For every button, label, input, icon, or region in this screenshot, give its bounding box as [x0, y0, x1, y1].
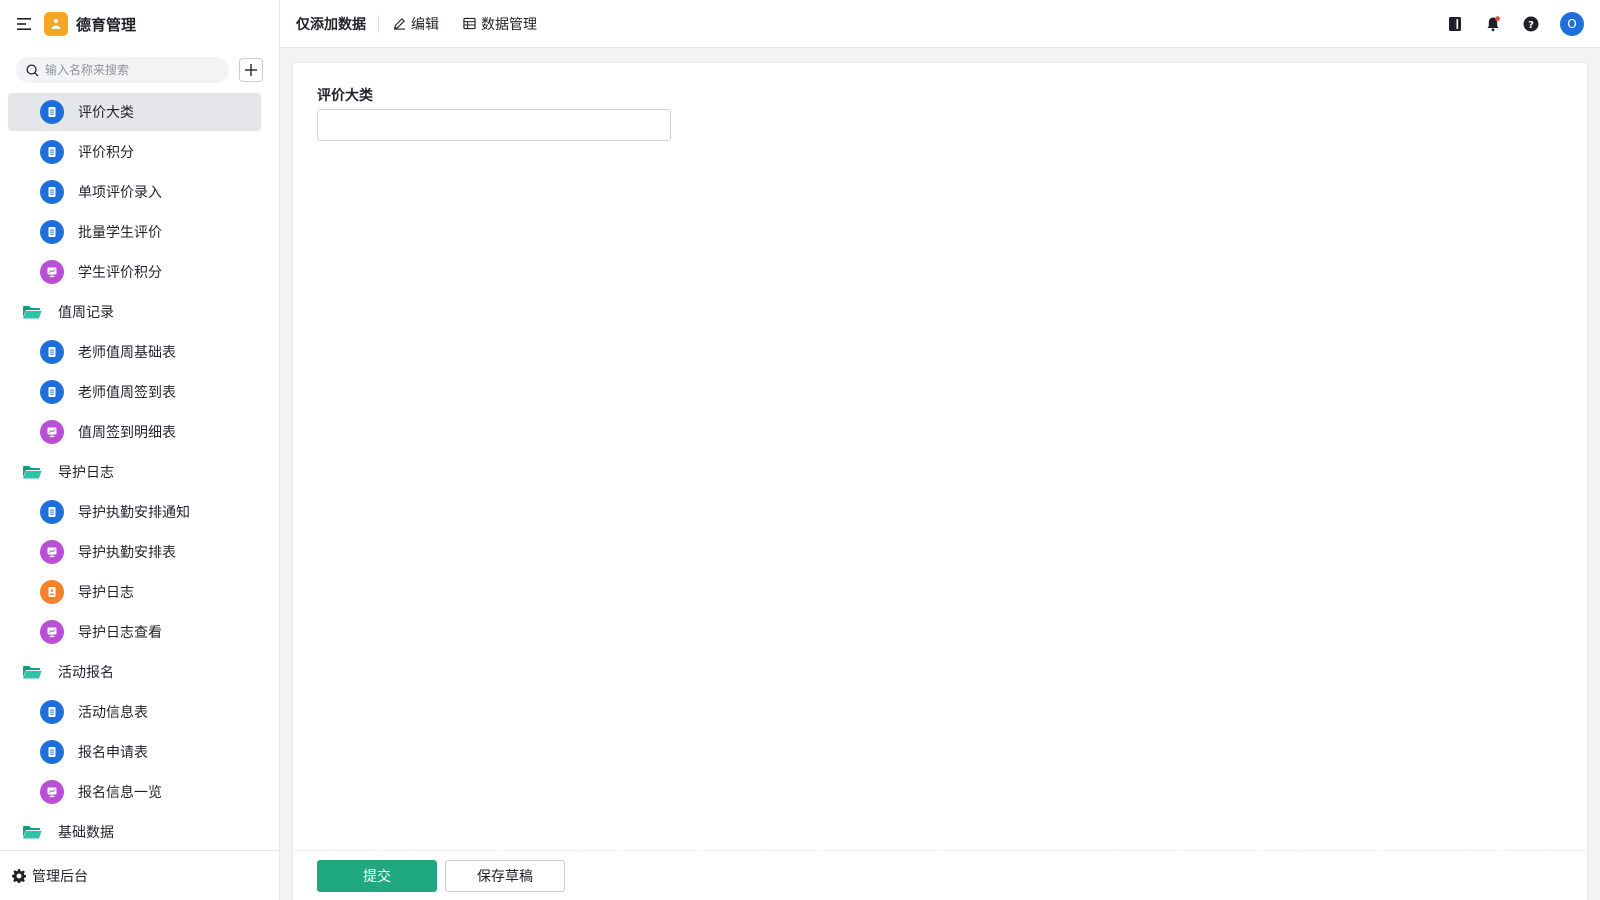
sidebar-item[interactable]: 导护执勤安排通知 [0, 492, 279, 532]
sidebar: 德育管理 评价大类评价积分单项评价录入批量学生评价学生评价积分值周记录老师值周基… [0, 0, 280, 900]
search-input[interactable] [45, 63, 205, 77]
sidebar-item-label: 基础数据 [58, 825, 114, 841]
edit-button[interactable]: 编辑 [393, 14, 439, 34]
sidebar-item-label: 活动报名 [58, 665, 114, 681]
sidebar-item[interactable]: 值周签到明细表 [0, 412, 279, 452]
form-icon [40, 740, 64, 764]
form-card: 评价大类 提交 保存草稿 [292, 62, 1588, 900]
sidebar-item-label: 导护日志 [78, 585, 134, 601]
sidebar-item-label: 导护日志查看 [78, 625, 162, 641]
form-footer: 提交 保存草稿 [293, 850, 1587, 900]
avatar[interactable]: O [1560, 11, 1584, 36]
sidebar-folder[interactable]: 值周记录 [0, 292, 279, 332]
admin-backend-link[interactable]: 管理后台 [0, 850, 279, 900]
app-title: 德育管理 [76, 15, 137, 34]
sidebar-item[interactable]: 评价积分 [0, 132, 279, 172]
sidebar-item-label: 批量学生评价 [78, 225, 162, 241]
help-icon[interactable]: ? [1520, 13, 1542, 35]
sidebar-item[interactable]: 学生评价积分 [0, 252, 279, 292]
folder-icon [23, 666, 42, 679]
sidebar-item[interactable]: 导护日志 [0, 572, 279, 612]
sidebar-nav: 评价大类评价积分单项评价录入 批量学生评价 学生评价积分值周记录老师值周基础表 老师值… [0, 92, 279, 850]
save-draft-button[interactable]: 保存草稿 [445, 859, 565, 892]
sidebar-item-label: 评价积分 [78, 145, 134, 161]
flow-form-icon [40, 580, 64, 604]
menu-collapse-icon[interactable] [16, 15, 34, 33]
admin-backend-label: 管理后台 [32, 868, 88, 885]
report-icon [40, 420, 64, 444]
sidebar-item[interactable]: 单项评价录入 [0, 172, 279, 212]
form-icon [40, 140, 64, 164]
sidebar-folder[interactable]: 导护日志 [0, 452, 279, 492]
sidebar-item-label: 学生评价积分 [78, 265, 162, 281]
sidebar-item[interactable]: 批量学生评价 [0, 212, 279, 252]
form-icon [40, 700, 64, 724]
form-icon [40, 500, 64, 524]
sidebar-item[interactable]: 导护日志查看 [0, 612, 279, 652]
svg-text:?: ? [1528, 20, 1534, 31]
form-icon [40, 380, 64, 404]
search-box [16, 57, 229, 83]
page-title: 仅添加数据 [296, 16, 366, 33]
table-icon [463, 17, 476, 30]
form-icon [40, 180, 64, 204]
sidebar-item-label: 导护日志 [58, 465, 114, 481]
app-logo-icon [44, 12, 68, 36]
search-icon [26, 63, 39, 77]
add-button[interactable] [239, 58, 263, 82]
folder-icon [23, 826, 42, 839]
sidebar-item-label: 导护执勤安排表 [78, 545, 176, 561]
evaluation-category-input[interactable] [317, 109, 671, 141]
search-row [0, 48, 279, 92]
data-manage-label: 数据管理 [481, 16, 537, 33]
sidebar-folder[interactable]: 活动报名 [0, 652, 279, 692]
sidebar-item-label: 报名申请表 [78, 745, 148, 761]
notebook-icon[interactable] [1444, 13, 1466, 35]
sidebar-item[interactable]: 报名信息一览 [0, 772, 279, 812]
sidebar-item[interactable]: 老师值周签到表 [0, 372, 279, 412]
field-label-evaluation-category: 评价大类 [317, 88, 373, 104]
edit-label: 编辑 [411, 16, 439, 33]
bell-icon[interactable] [1482, 13, 1504, 35]
pencil-icon [393, 18, 406, 30]
sidebar-item-label: 老师值周签到表 [78, 385, 176, 401]
form-icon [40, 100, 64, 124]
form-icon [40, 220, 64, 244]
sidebar-item[interactable]: 老师值周基础表 [0, 332, 279, 372]
sidebar-item[interactable]: 活动信息表 [0, 692, 279, 732]
divider [378, 14, 379, 33]
submit-button[interactable]: 提交 [317, 859, 437, 892]
sidebar-item-label: 单项评价录入 [78, 185, 162, 201]
sidebar-item-label: 报名信息一览 [78, 785, 162, 801]
main-area: 评价大类 提交 保存草稿 [280, 48, 1600, 900]
folder-icon [23, 466, 42, 479]
sidebar-header: 德育管理 [0, 0, 279, 48]
sidebar-item-label: 老师值周基础表 [78, 345, 176, 361]
sidebar-folder[interactable]: 基础数据 [0, 812, 279, 850]
report-icon [40, 260, 64, 284]
sidebar-item[interactable]: 报名申请表 [0, 732, 279, 772]
sidebar-item[interactable]: 导护执勤安排表 [0, 532, 279, 572]
sidebar-item-label: 活动信息表 [78, 705, 148, 721]
report-icon [40, 540, 64, 564]
topbar: 仅添加数据 编辑 数据管理 ? O [280, 0, 1600, 48]
report-icon [40, 780, 64, 804]
sidebar-item-label: 评价大类 [78, 105, 134, 121]
sidebar-item-label: 值周签到明细表 [78, 425, 176, 441]
data-manage-button[interactable]: 数据管理 [463, 14, 537, 34]
form-icon [40, 340, 64, 364]
topbar-actions: ? O [1428, 11, 1584, 36]
report-icon [40, 620, 64, 644]
sidebar-item[interactable]: 评价大类 [0, 92, 279, 132]
sidebar-item-label: 导护执勤安排通知 [78, 505, 190, 521]
folder-icon [23, 306, 42, 319]
gear-icon [12, 868, 26, 883]
sidebar-item-label: 值周记录 [58, 305, 114, 321]
plus-icon [245, 64, 257, 76]
